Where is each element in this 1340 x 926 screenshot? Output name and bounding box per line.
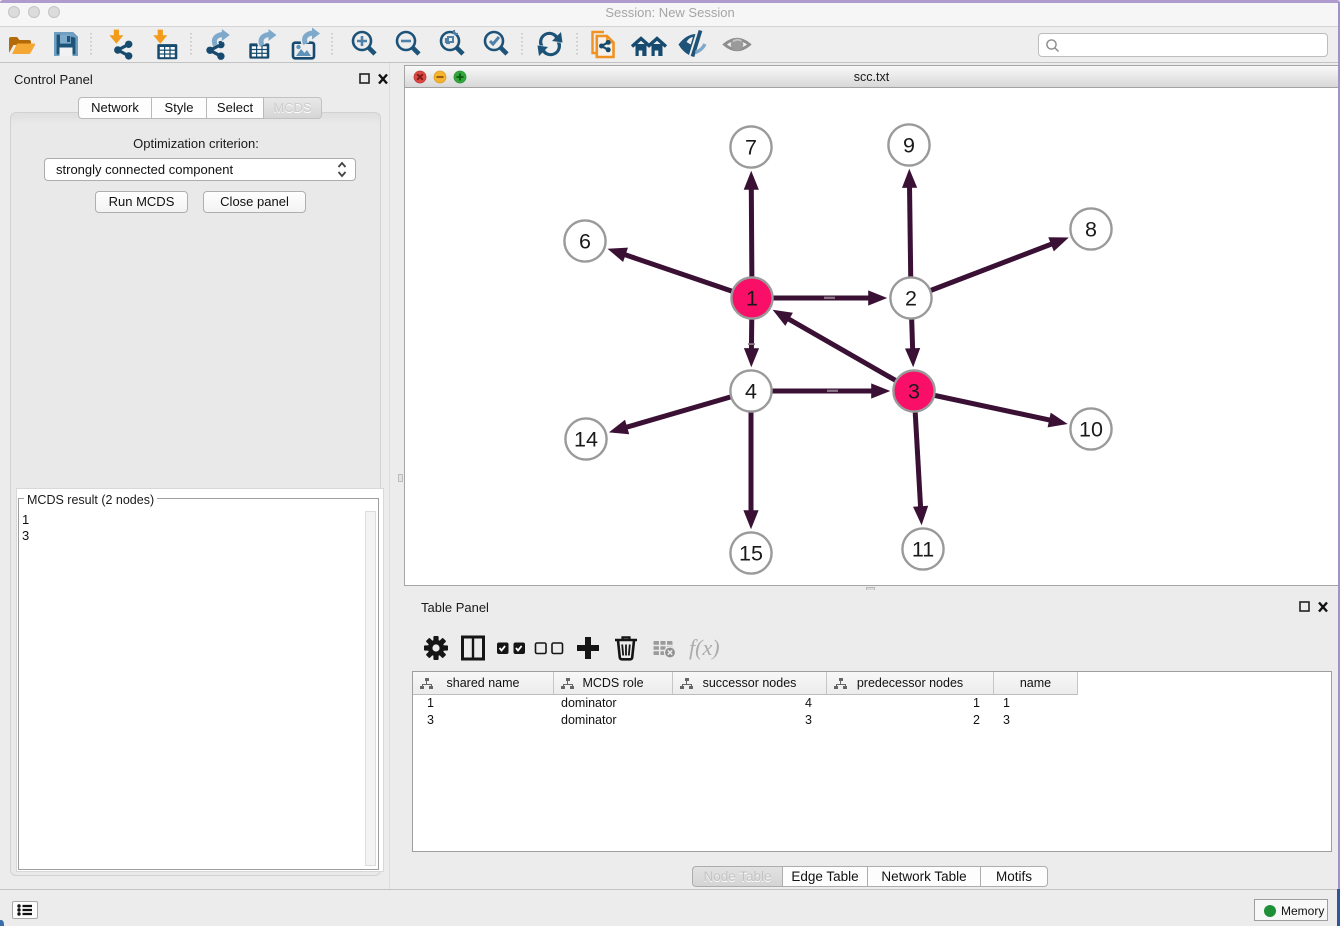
svg-text:14: 14 bbox=[574, 428, 598, 452]
svg-text:15: 15 bbox=[739, 542, 763, 566]
svg-text:7: 7 bbox=[745, 136, 757, 160]
svg-text:9: 9 bbox=[903, 134, 915, 158]
svg-text:10: 10 bbox=[1079, 418, 1103, 442]
svg-text:4: 4 bbox=[745, 380, 757, 404]
svg-text:3: 3 bbox=[908, 380, 920, 404]
svg-text:1: 1 bbox=[746, 287, 758, 311]
svg-text:6: 6 bbox=[579, 230, 591, 254]
svg-text:2: 2 bbox=[905, 287, 917, 311]
svg-text:8: 8 bbox=[1085, 218, 1097, 242]
svg-text:f(x): f(x) bbox=[689, 635, 720, 660]
svg-text:11: 11 bbox=[912, 538, 934, 562]
